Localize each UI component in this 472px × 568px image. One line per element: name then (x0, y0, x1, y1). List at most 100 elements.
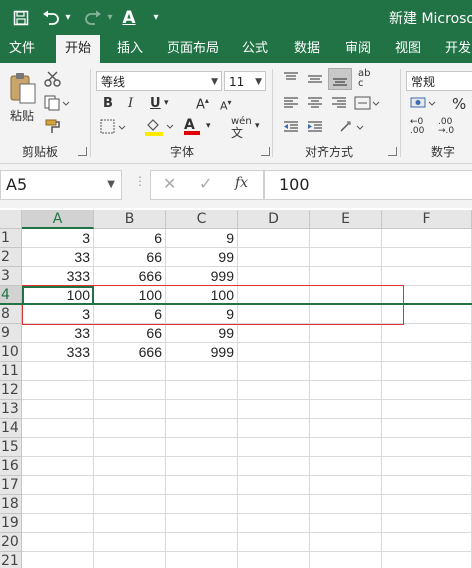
cell[interactable]: 100 (166, 286, 238, 305)
cell[interactable] (310, 381, 382, 400)
column-header-c[interactable]: C (166, 210, 238, 229)
clipboard-launcher-icon[interactable] (78, 147, 87, 156)
cell[interactable] (22, 381, 94, 400)
font-size-select[interactable]: 11 ▼ (224, 71, 266, 91)
row-header[interactable]: 1 (0, 229, 22, 248)
cell[interactable] (310, 286, 382, 305)
tab-home[interactable]: 开始 (56, 35, 100, 64)
row-header[interactable]: 13 (0, 400, 22, 419)
paste-button[interactable]: 粘贴 (6, 69, 40, 127)
accounting-format-icon[interactable] (410, 95, 436, 115)
cell[interactable] (238, 248, 310, 267)
row-header[interactable]: 20 (0, 533, 22, 552)
cell[interactable] (94, 362, 166, 381)
cell[interactable] (166, 362, 238, 381)
alignment-launcher-icon[interactable] (388, 147, 397, 156)
cell[interactable] (22, 533, 94, 552)
cell[interactable] (238, 552, 310, 568)
underline-button[interactable]: U (150, 96, 161, 111)
cell[interactable] (310, 267, 382, 286)
formula-bar-grip-icon[interactable]: ⋮ (134, 174, 146, 188)
cell[interactable] (382, 286, 472, 305)
cell[interactable] (310, 324, 382, 343)
cell[interactable] (382, 476, 472, 495)
cell[interactable] (94, 381, 166, 400)
cell[interactable] (310, 400, 382, 419)
cell[interactable]: 999 (166, 267, 238, 286)
cell[interactable] (310, 495, 382, 514)
font-name-select[interactable]: 等线 ▼ (96, 71, 222, 91)
cell[interactable] (382, 438, 472, 457)
cell[interactable] (310, 533, 382, 552)
cell[interactable] (238, 419, 310, 438)
row-header[interactable]: 21 (0, 552, 22, 568)
cell[interactable]: 666 (94, 343, 166, 362)
name-box[interactable]: A5 ▼ (0, 170, 122, 200)
cell[interactable] (22, 400, 94, 419)
cell[interactable] (94, 533, 166, 552)
cell[interactable] (166, 552, 238, 568)
cell[interactable] (94, 514, 166, 533)
row-header[interactable]: 14 (0, 419, 22, 438)
cell[interactable] (382, 324, 472, 343)
orientation-icon[interactable]: ab c (358, 69, 370, 89)
cell[interactable] (382, 381, 472, 400)
cell[interactable] (382, 362, 472, 381)
cell[interactable] (94, 419, 166, 438)
phonetic-guide-button[interactable]: wén 文 (231, 116, 252, 141)
cell[interactable]: 99 (166, 248, 238, 267)
cell[interactable] (382, 267, 472, 286)
row-header[interactable]: 2 (0, 248, 22, 267)
font-launcher-icon[interactable] (261, 147, 270, 156)
cell[interactable] (310, 438, 382, 457)
borders-icon[interactable] (100, 119, 126, 139)
align-center-icon[interactable] (306, 95, 324, 115)
cell[interactable] (310, 476, 382, 495)
phonetic-dropdown-icon[interactable]: ▾ (255, 121, 260, 131)
cut-icon[interactable] (44, 71, 62, 91)
align-left-icon[interactable] (282, 95, 300, 115)
cell[interactable]: 6 (94, 229, 166, 248)
cell[interactable] (310, 305, 382, 324)
cell[interactable] (94, 552, 166, 568)
cell[interactable] (238, 305, 310, 324)
text-direction-icon[interactable] (338, 119, 364, 139)
cell[interactable] (94, 438, 166, 457)
cell[interactable] (166, 533, 238, 552)
cell[interactable] (382, 552, 472, 568)
cell[interactable] (238, 362, 310, 381)
insert-function-button[interactable]: fx (235, 175, 248, 191)
cell[interactable] (382, 514, 472, 533)
increase-indent-icon[interactable] (306, 119, 324, 139)
cell[interactable] (310, 514, 382, 533)
cell[interactable]: 3 (22, 229, 94, 248)
fill-color-icon[interactable] (144, 117, 174, 141)
cell[interactable] (310, 229, 382, 248)
formula-input[interactable]: 100 (264, 170, 472, 200)
number-format-select[interactable]: 常规 (406, 71, 472, 91)
cell[interactable] (166, 514, 238, 533)
cell[interactable] (382, 495, 472, 514)
cell[interactable] (94, 457, 166, 476)
row-header[interactable]: 3 (0, 267, 22, 286)
cell[interactable] (238, 476, 310, 495)
row-header[interactable]: 16 (0, 457, 22, 476)
cell[interactable] (382, 400, 472, 419)
name-box-dropdown-icon[interactable]: ▼ (107, 171, 115, 199)
align-bottom-icon[interactable] (328, 68, 352, 90)
cell[interactable] (166, 381, 238, 400)
cell[interactable] (238, 267, 310, 286)
cell[interactable] (238, 495, 310, 514)
cell[interactable] (238, 381, 310, 400)
cell[interactable] (382, 457, 472, 476)
row-header[interactable]: 4 (0, 286, 22, 305)
undo-icon[interactable] (40, 0, 62, 35)
grow-font-button[interactable]: A▴ (196, 96, 209, 112)
cell[interactable] (238, 457, 310, 476)
cell[interactable]: 666 (94, 267, 166, 286)
cell[interactable] (238, 229, 310, 248)
cell[interactable]: 99 (166, 324, 238, 343)
cell[interactable] (382, 419, 472, 438)
align-right-icon[interactable] (330, 95, 348, 115)
row-header[interactable]: 19 (0, 514, 22, 533)
